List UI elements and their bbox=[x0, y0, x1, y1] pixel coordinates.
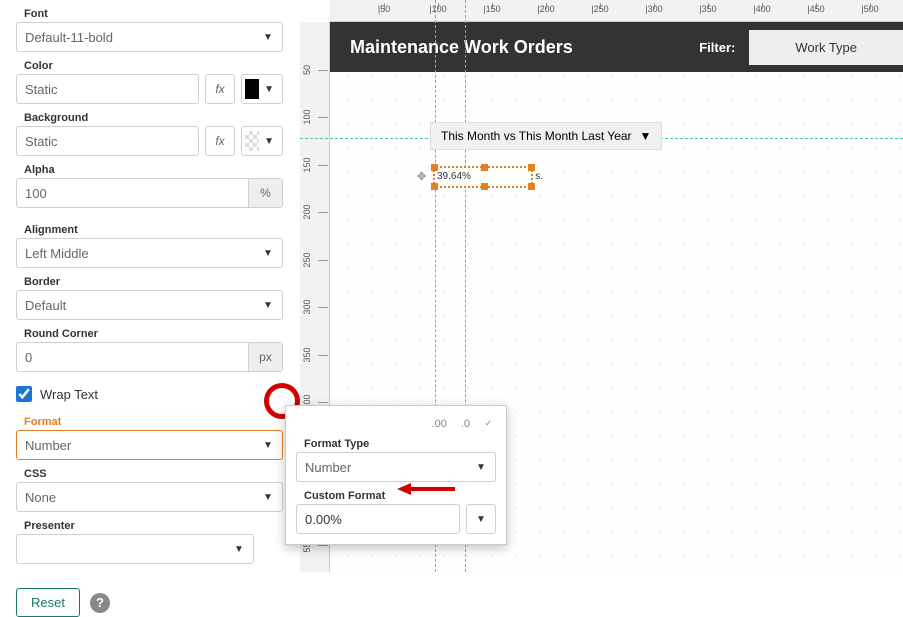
resize-handle[interactable] bbox=[481, 183, 488, 190]
font-field: Font Default-11-bold ▼ bbox=[16, 8, 283, 52]
format-type-label: Format Type bbox=[296, 438, 496, 450]
report-header: Maintenance Work Orders Filter: Work Typ… bbox=[330, 22, 903, 72]
background-swatch[interactable]: ▼ bbox=[241, 126, 283, 156]
alpha-label: Alpha bbox=[16, 164, 283, 176]
alignment-field: Alignment Left Middle ▼ bbox=[16, 224, 283, 268]
swatch-empty bbox=[245, 131, 259, 151]
alignment-select[interactable]: Left Middle ▼ bbox=[16, 238, 283, 268]
fx-button[interactable]: fx bbox=[205, 74, 235, 104]
border-select[interactable]: Default ▼ bbox=[16, 290, 283, 320]
wrap-text-row[interactable]: Wrap Text bbox=[16, 386, 283, 402]
css-label: CSS bbox=[16, 468, 283, 480]
move-icon[interactable]: ✥ bbox=[417, 170, 426, 183]
filter-button[interactable]: Work Type bbox=[749, 30, 903, 65]
chevron-down-icon[interactable]: ▼ bbox=[254, 291, 282, 319]
resize-handle[interactable] bbox=[528, 164, 535, 171]
swatch-black bbox=[245, 79, 259, 99]
alpha-unit: % bbox=[248, 179, 282, 207]
format-select[interactable]: Number ▼ bbox=[16, 430, 283, 460]
presenter-label: Presenter bbox=[16, 520, 283, 532]
annotation-arrow bbox=[397, 481, 457, 502]
format-field: Format Number ▼ bbox=[16, 416, 283, 460]
alpha-field: Alpha 100 % bbox=[16, 164, 283, 208]
resize-handle[interactable] bbox=[528, 183, 535, 190]
chevron-down-icon[interactable]: ▼ bbox=[225, 535, 253, 563]
chevron-down-icon[interactable]: ▼ bbox=[254, 431, 282, 459]
color-select[interactable]: Static bbox=[16, 74, 199, 104]
filter-label: Filter: bbox=[699, 40, 735, 55]
reset-button[interactable]: Reset bbox=[16, 588, 80, 617]
border-field: Border Default ▼ bbox=[16, 276, 283, 320]
round-input[interactable]: 0 px bbox=[16, 342, 283, 372]
color-field: Color Static fx ▼ bbox=[16, 60, 283, 104]
chevron-down-icon[interactable]: ▼ bbox=[640, 129, 652, 143]
resize-handle[interactable] bbox=[431, 183, 438, 190]
alpha-input[interactable]: 100 % bbox=[16, 178, 283, 208]
report-title: Maintenance Work Orders bbox=[350, 37, 699, 58]
font-label: Font bbox=[16, 8, 283, 20]
chevron-down-icon[interactable]: ▼ bbox=[254, 239, 282, 267]
css-field: CSS None ▼ bbox=[16, 468, 283, 512]
wrap-label: Wrap Text bbox=[40, 387, 98, 402]
format-popover: .00 .0 ✓ Format Type Number ▼ Custom For… bbox=[285, 405, 507, 545]
help-icon[interactable]: ? bbox=[90, 593, 110, 613]
presenter-field: Presenter ▼ bbox=[16, 520, 283, 564]
alignment-label: Alignment bbox=[16, 224, 283, 236]
wrap-checkbox[interactable] bbox=[16, 386, 32, 402]
chevron-down-icon[interactable]: ▼ bbox=[467, 505, 495, 533]
round-field: Round Corner 0 px bbox=[16, 328, 283, 372]
border-label: Border bbox=[16, 276, 283, 288]
custom-format-label: Custom Format bbox=[296, 490, 496, 502]
object-suffix: s. bbox=[535, 171, 543, 182]
confirm-icon[interactable]: ✓ bbox=[481, 416, 496, 431]
chevron-down-icon[interactable]: ▼ bbox=[254, 23, 282, 51]
resize-handle[interactable] bbox=[431, 164, 438, 171]
chevron-down-icon[interactable]: ▼ bbox=[259, 136, 279, 147]
background-select[interactable]: Static bbox=[16, 126, 199, 156]
background-label: Background bbox=[16, 112, 283, 124]
background-field: Background Static fx ▼ bbox=[16, 112, 283, 156]
css-select[interactable]: None ▼ bbox=[16, 482, 283, 512]
font-select[interactable]: Default-11-bold ▼ bbox=[16, 22, 283, 52]
chevron-down-icon[interactable]: ▼ bbox=[254, 483, 282, 511]
format-type-select[interactable]: Number ▼ bbox=[296, 452, 496, 482]
chevron-down-icon[interactable]: ▼ bbox=[467, 453, 495, 481]
increase-decimal-icon[interactable]: .00 bbox=[429, 416, 450, 432]
selected-text-object[interactable]: ✥ 39.64% s. bbox=[433, 166, 533, 188]
properties-panel: Font Default-11-bold ▼ Color Static fx ▼… bbox=[0, 0, 300, 572]
format-label: Format bbox=[16, 416, 283, 428]
presenter-select[interactable]: ▼ bbox=[16, 534, 254, 564]
color-label: Color bbox=[16, 60, 283, 72]
color-swatch[interactable]: ▼ bbox=[241, 74, 283, 104]
fx-button[interactable]: fx bbox=[205, 126, 235, 156]
resize-handle[interactable] bbox=[481, 164, 488, 171]
round-unit: px bbox=[248, 343, 282, 371]
round-label: Round Corner bbox=[16, 328, 283, 340]
horizontal-ruler: |50|100|150|200|250|300|350|400|450|500 bbox=[330, 0, 903, 22]
chevron-down-icon[interactable]: ▼ bbox=[259, 84, 279, 95]
period-dropdown[interactable]: This Month vs This Month Last Year ▼ bbox=[430, 122, 662, 150]
custom-format-dropdown[interactable]: ▼ bbox=[466, 504, 496, 534]
custom-format-input[interactable]: 0.00% bbox=[296, 504, 460, 534]
decrease-decimal-icon[interactable]: .0 bbox=[458, 416, 473, 432]
